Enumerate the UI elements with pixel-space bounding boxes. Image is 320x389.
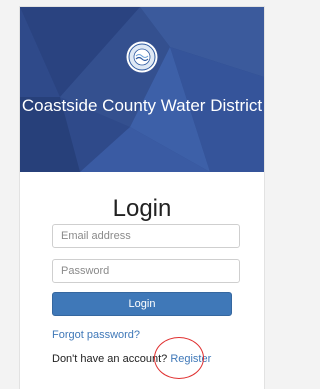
organization-name: Coastside County Water District <box>21 96 263 115</box>
water-district-seal-icon <box>126 41 158 73</box>
email-field[interactable] <box>52 224 240 248</box>
annotation-circle <box>154 337 204 379</box>
header-banner: Coastside County Water District <box>20 7 264 172</box>
banner-background <box>20 7 264 172</box>
password-field[interactable] <box>52 259 240 283</box>
login-button[interactable]: Login <box>52 292 232 316</box>
page-title: Login <box>112 195 172 222</box>
forgot-password-link[interactable]: Forgot password? <box>52 329 140 341</box>
login-card: Coastside County Water District Login Lo… <box>20 7 264 389</box>
no-account-text: Don't have an account? <box>52 353 168 365</box>
